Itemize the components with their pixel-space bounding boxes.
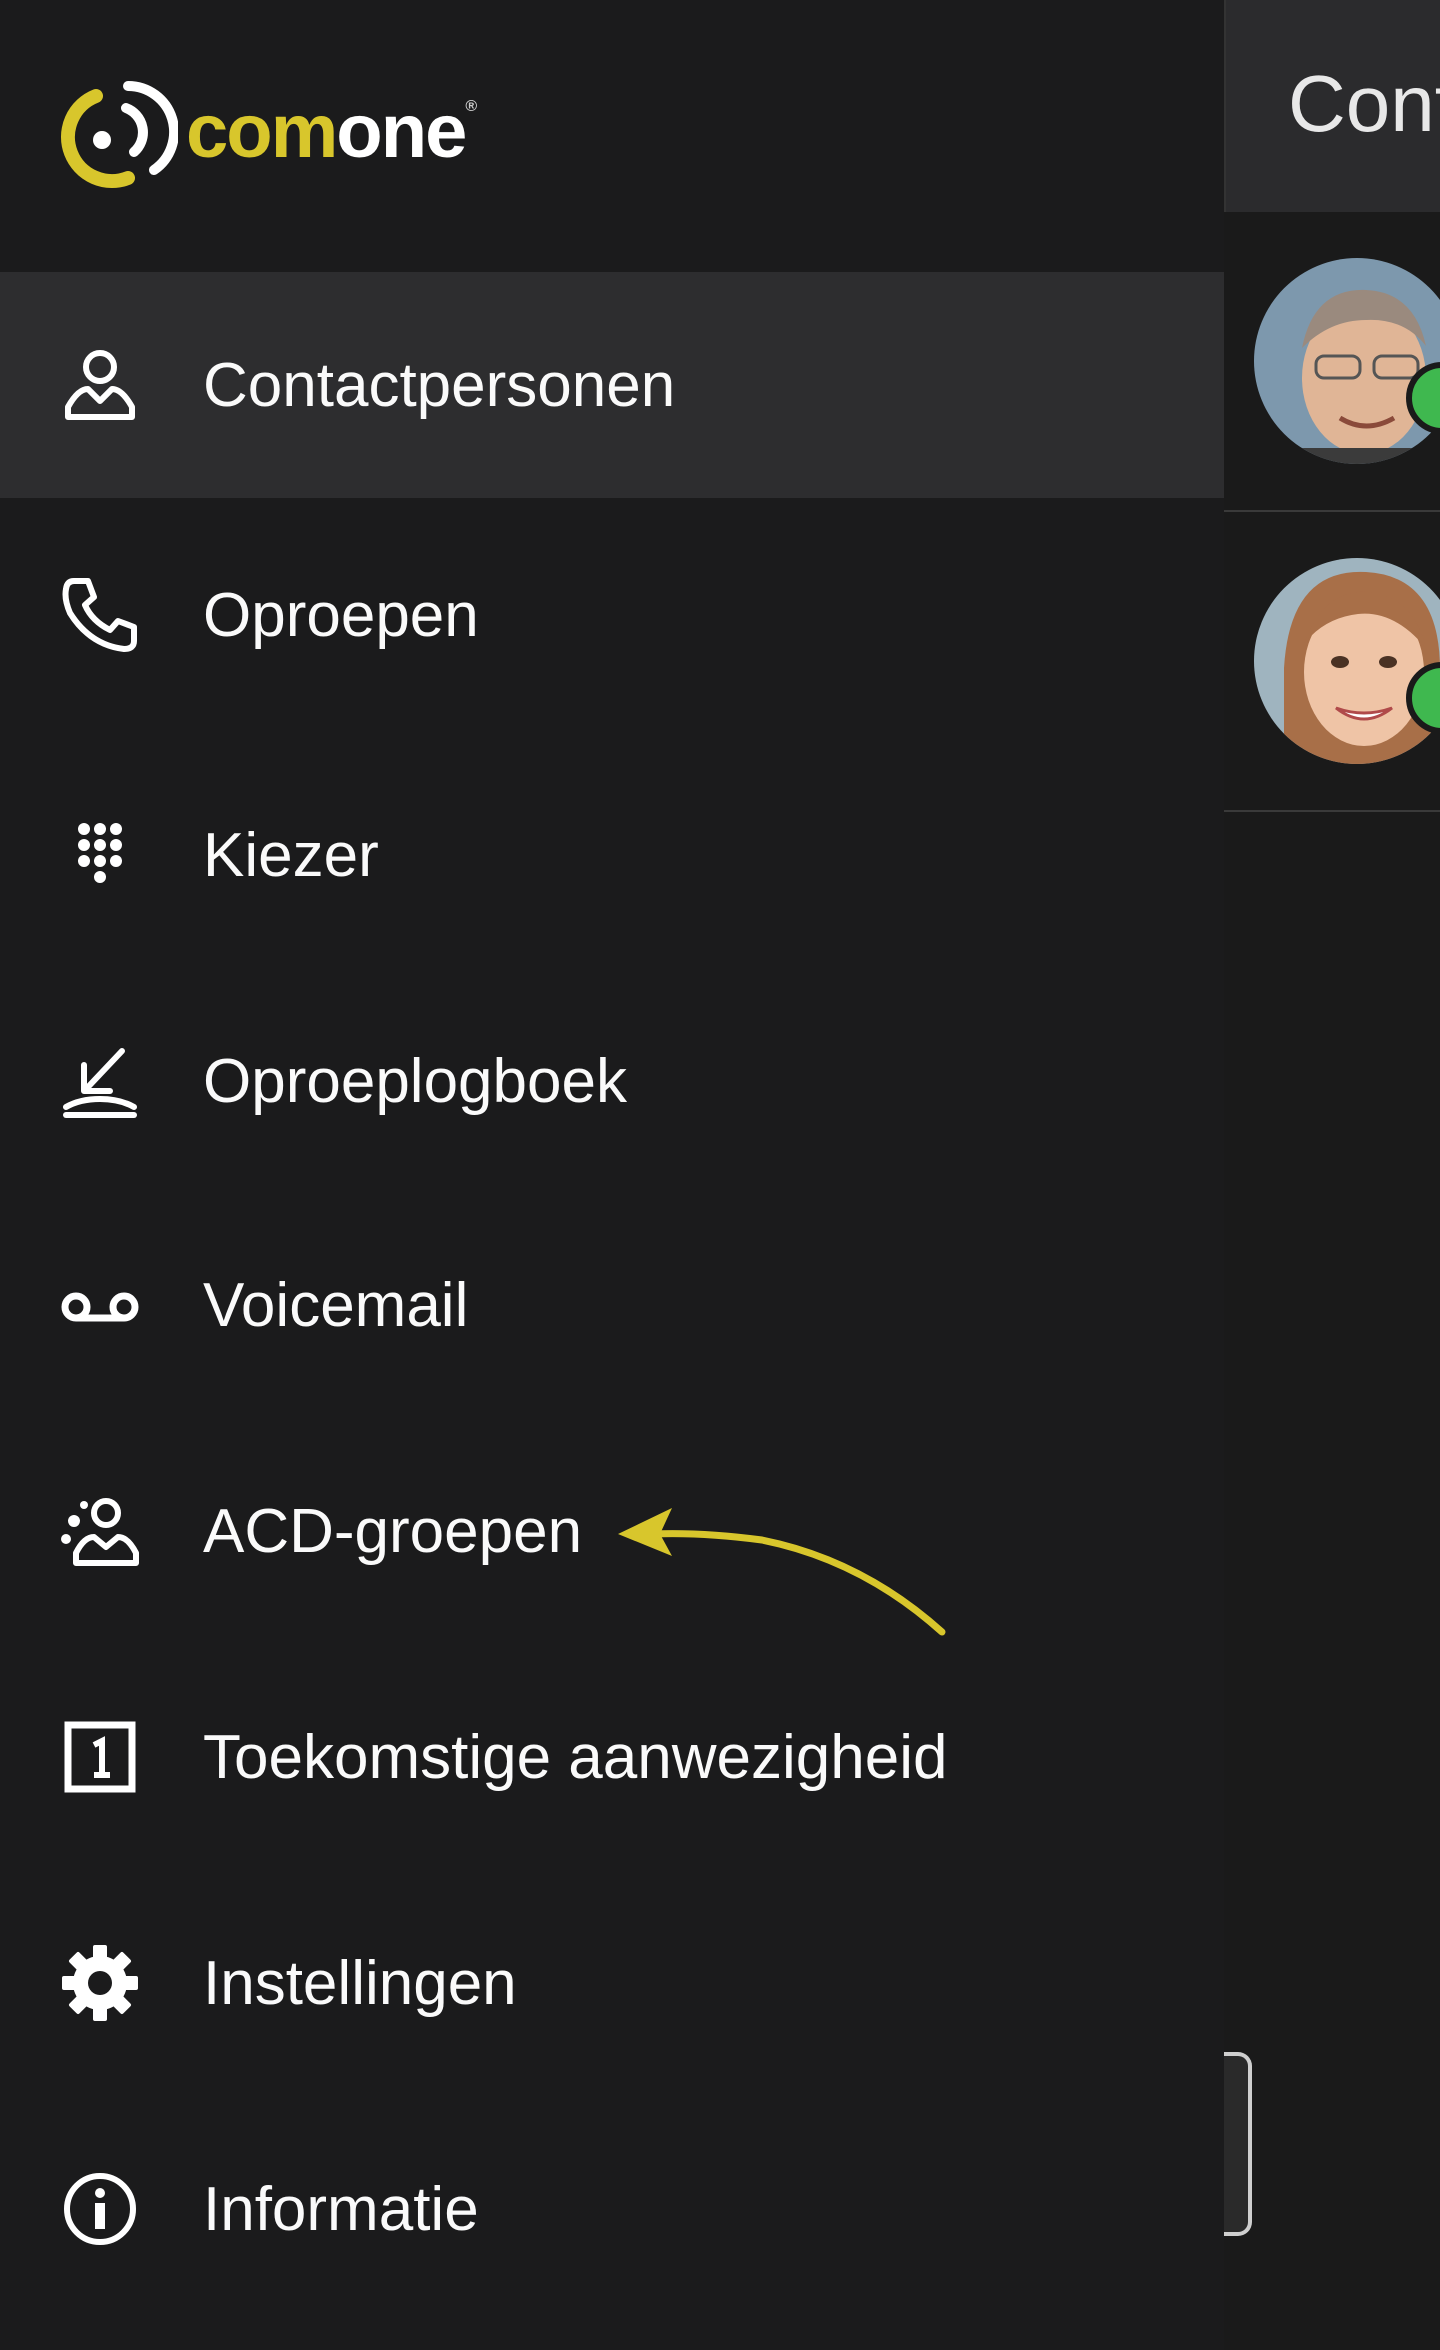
group-icon bbox=[60, 1491, 140, 1571]
nav-label: Voicemail bbox=[203, 1270, 469, 1340]
annotation-arrow-icon bbox=[618, 1508, 946, 1636]
call-log-icon bbox=[60, 1041, 140, 1121]
voicemail-icon bbox=[60, 1265, 140, 1345]
contact-row[interactable] bbox=[1224, 512, 1440, 812]
nav-label: Oproeplogboek bbox=[203, 1046, 627, 1116]
nav-label: Kiezer bbox=[203, 820, 379, 890]
logo-text: comone® bbox=[186, 88, 477, 174]
nav-label: Toekomstige aanwezigheid bbox=[203, 1722, 948, 1792]
nav-item-informatie[interactable]: Informatie bbox=[0, 2096, 1224, 2322]
calendar-icon bbox=[60, 1717, 140, 1797]
nav-label: Contactpersonen bbox=[203, 350, 676, 420]
avatar bbox=[1254, 558, 1440, 764]
nav-item-kiezer[interactable]: Kiezer bbox=[0, 742, 1224, 968]
page-title: Cont bbox=[1288, 59, 1440, 148]
nav-label: Instellingen bbox=[203, 1948, 517, 2018]
dialpad-icon bbox=[60, 815, 140, 895]
nav-item-oproeplogboek[interactable]: Oproeplogboek bbox=[0, 968, 1224, 1194]
contacts-header: Cont bbox=[1224, 0, 1440, 212]
contacts-panel: Cont bbox=[1224, 0, 1440, 2350]
scrollbar-handle[interactable] bbox=[1224, 2052, 1252, 2236]
nav-item-contactpersonen[interactable]: Contactpersonen bbox=[0, 272, 1224, 498]
contact-row[interactable] bbox=[1224, 212, 1440, 512]
logo-mark-icon bbox=[60, 80, 178, 189]
nav-item-instellingen[interactable]: Instellingen bbox=[0, 1870, 1224, 2096]
person-icon bbox=[60, 345, 140, 425]
nav-item-voicemail[interactable]: Voicemail bbox=[0, 1192, 1224, 1418]
comone-logo: comone® bbox=[58, 74, 477, 194]
nav-item-oproepen[interactable]: Oproepen bbox=[0, 502, 1224, 728]
phone-icon bbox=[60, 575, 140, 655]
nav-item-toekomstige-aanwezigheid[interactable]: Toekomstige aanwezigheid bbox=[0, 1644, 1224, 1870]
nav-label: Informatie bbox=[203, 2174, 479, 2244]
info-icon bbox=[60, 2169, 140, 2249]
nav-label: Oproepen bbox=[203, 580, 479, 650]
nav-label: ACD-groepen bbox=[203, 1496, 583, 1566]
navigation-drawer: comone® Contactpersonen Oproepen Kiezer … bbox=[0, 0, 1224, 2350]
avatar bbox=[1254, 258, 1440, 464]
gear-icon bbox=[60, 1943, 140, 2023]
